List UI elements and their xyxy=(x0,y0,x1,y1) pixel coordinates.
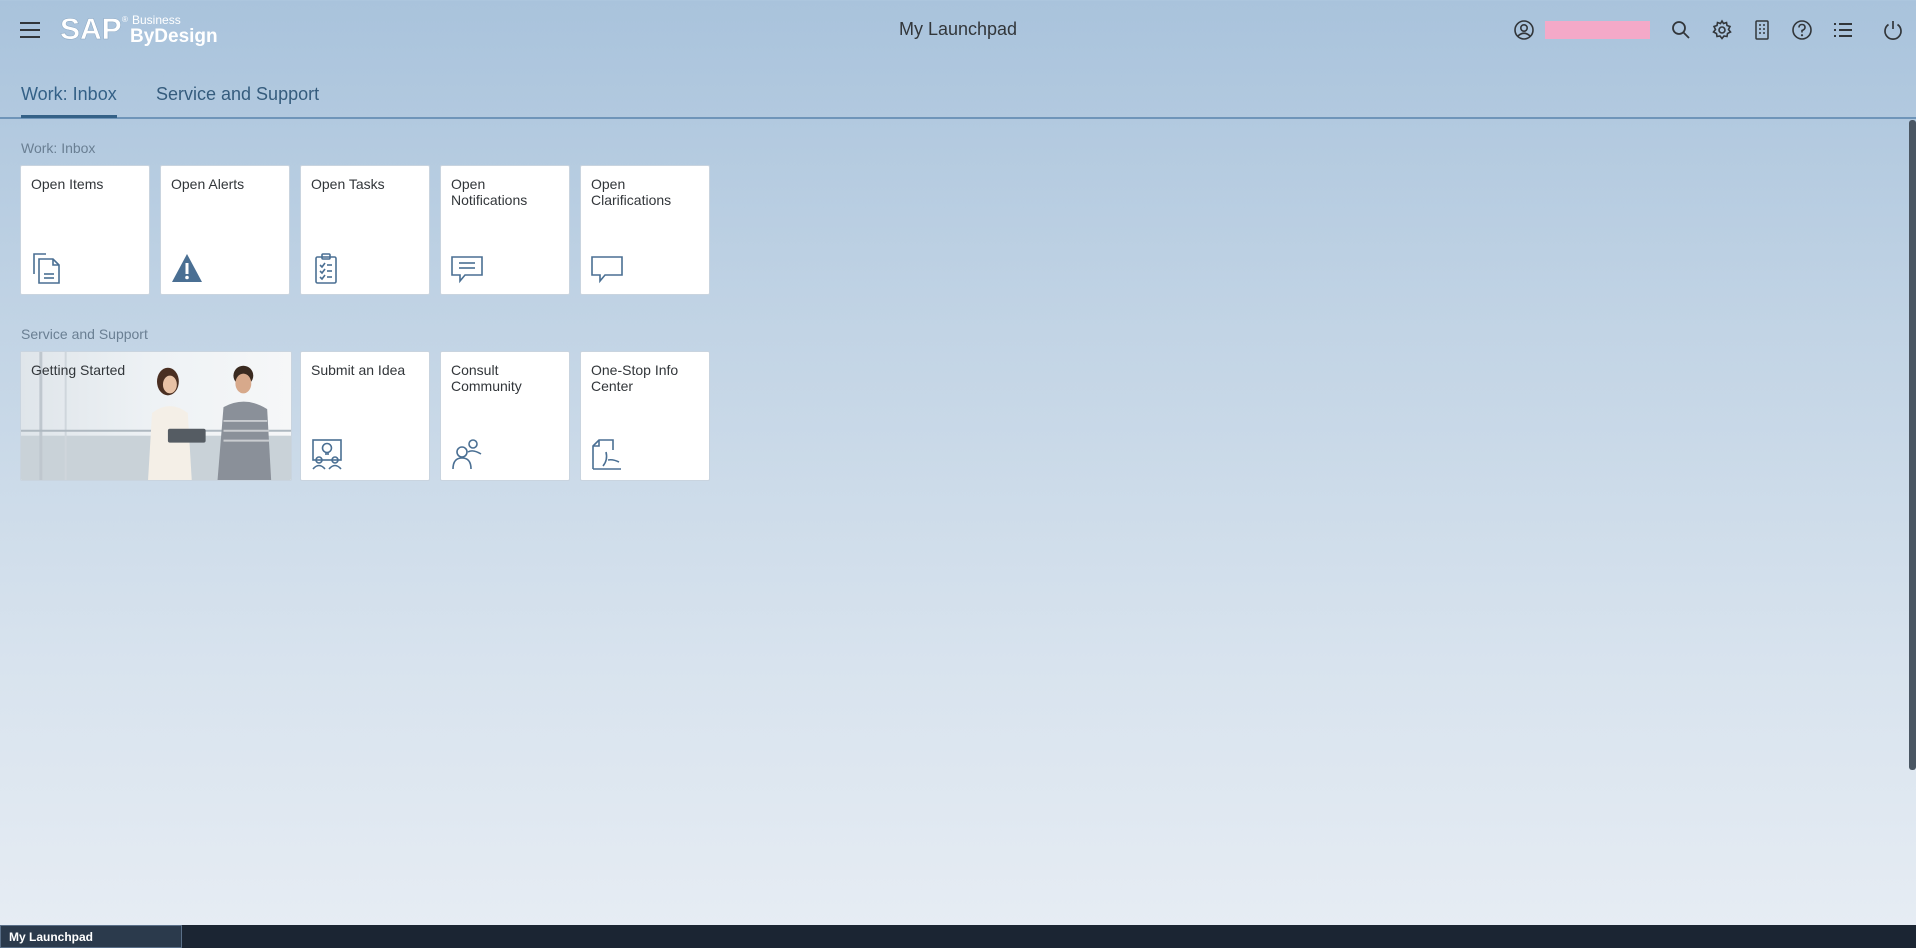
tile-open-alerts[interactable]: Open Alerts xyxy=(160,165,290,295)
tab-bar: Work: Inbox Service and Support xyxy=(0,60,1916,119)
notes-icon[interactable] xyxy=(1749,17,1775,43)
pdf-document-icon xyxy=(591,438,623,470)
tile-label: Submit an Idea xyxy=(311,362,406,378)
tile-one-stop-info-center[interactable]: One-Stop Info Center xyxy=(580,351,710,481)
taskbar-item-my-launchpad[interactable]: My Launchpad xyxy=(0,925,182,948)
tile-label: Open Clarifications xyxy=(591,176,672,208)
tile-label: Open Alerts xyxy=(171,176,245,192)
community-icon xyxy=(451,438,483,470)
section-title-work-inbox: Work: Inbox xyxy=(21,140,96,156)
tab-work-inbox[interactable]: Work: Inbox xyxy=(21,84,117,118)
tile-open-items[interactable]: Open Items xyxy=(20,165,150,295)
section-title-service-and-support: Service and Support xyxy=(21,326,148,342)
user-icon[interactable] xyxy=(1511,17,1537,43)
idea-presentation-icon xyxy=(311,438,343,470)
tile-label: One-Stop Info Center xyxy=(591,362,679,394)
user-name-redacted[interactable] xyxy=(1545,21,1650,39)
bottom-taskbar: My Launchpad xyxy=(0,925,1916,948)
settings-icon[interactable] xyxy=(1709,17,1735,43)
speech-bubble-icon xyxy=(591,252,623,284)
documents-icon xyxy=(31,252,63,284)
notification-message-icon xyxy=(451,252,483,284)
tile-label: Open Notifications xyxy=(451,176,528,208)
tile-submit-an-idea[interactable]: Submit an Idea xyxy=(300,351,430,481)
vertical-scrollbar[interactable] xyxy=(1909,120,1916,770)
search-icon[interactable] xyxy=(1668,17,1694,43)
tile-getting-started[interactable]: Getting Started xyxy=(20,351,292,481)
power-icon[interactable] xyxy=(1880,17,1906,43)
tab-service-and-support[interactable]: Service and Support xyxy=(156,84,319,115)
tile-open-clarifications[interactable]: Open Clarifications xyxy=(580,165,710,295)
tile-open-notifications[interactable]: Open Notifications xyxy=(440,165,570,295)
alert-icon xyxy=(171,252,203,284)
tile-open-tasks[interactable]: Open Tasks xyxy=(300,165,430,295)
list-icon[interactable] xyxy=(1830,17,1856,43)
task-clipboard-icon xyxy=(311,252,343,284)
tile-label: Getting Started xyxy=(31,362,126,378)
tile-label: Open Tasks xyxy=(311,176,385,192)
tile-label: Open Items xyxy=(31,176,104,192)
tile-label: Consult Community xyxy=(451,362,522,394)
help-icon[interactable] xyxy=(1789,17,1815,43)
shell-header: SAP ® Business ByDesign My Launchpad xyxy=(0,0,1916,60)
tile-consult-community[interactable]: Consult Community xyxy=(440,351,570,481)
